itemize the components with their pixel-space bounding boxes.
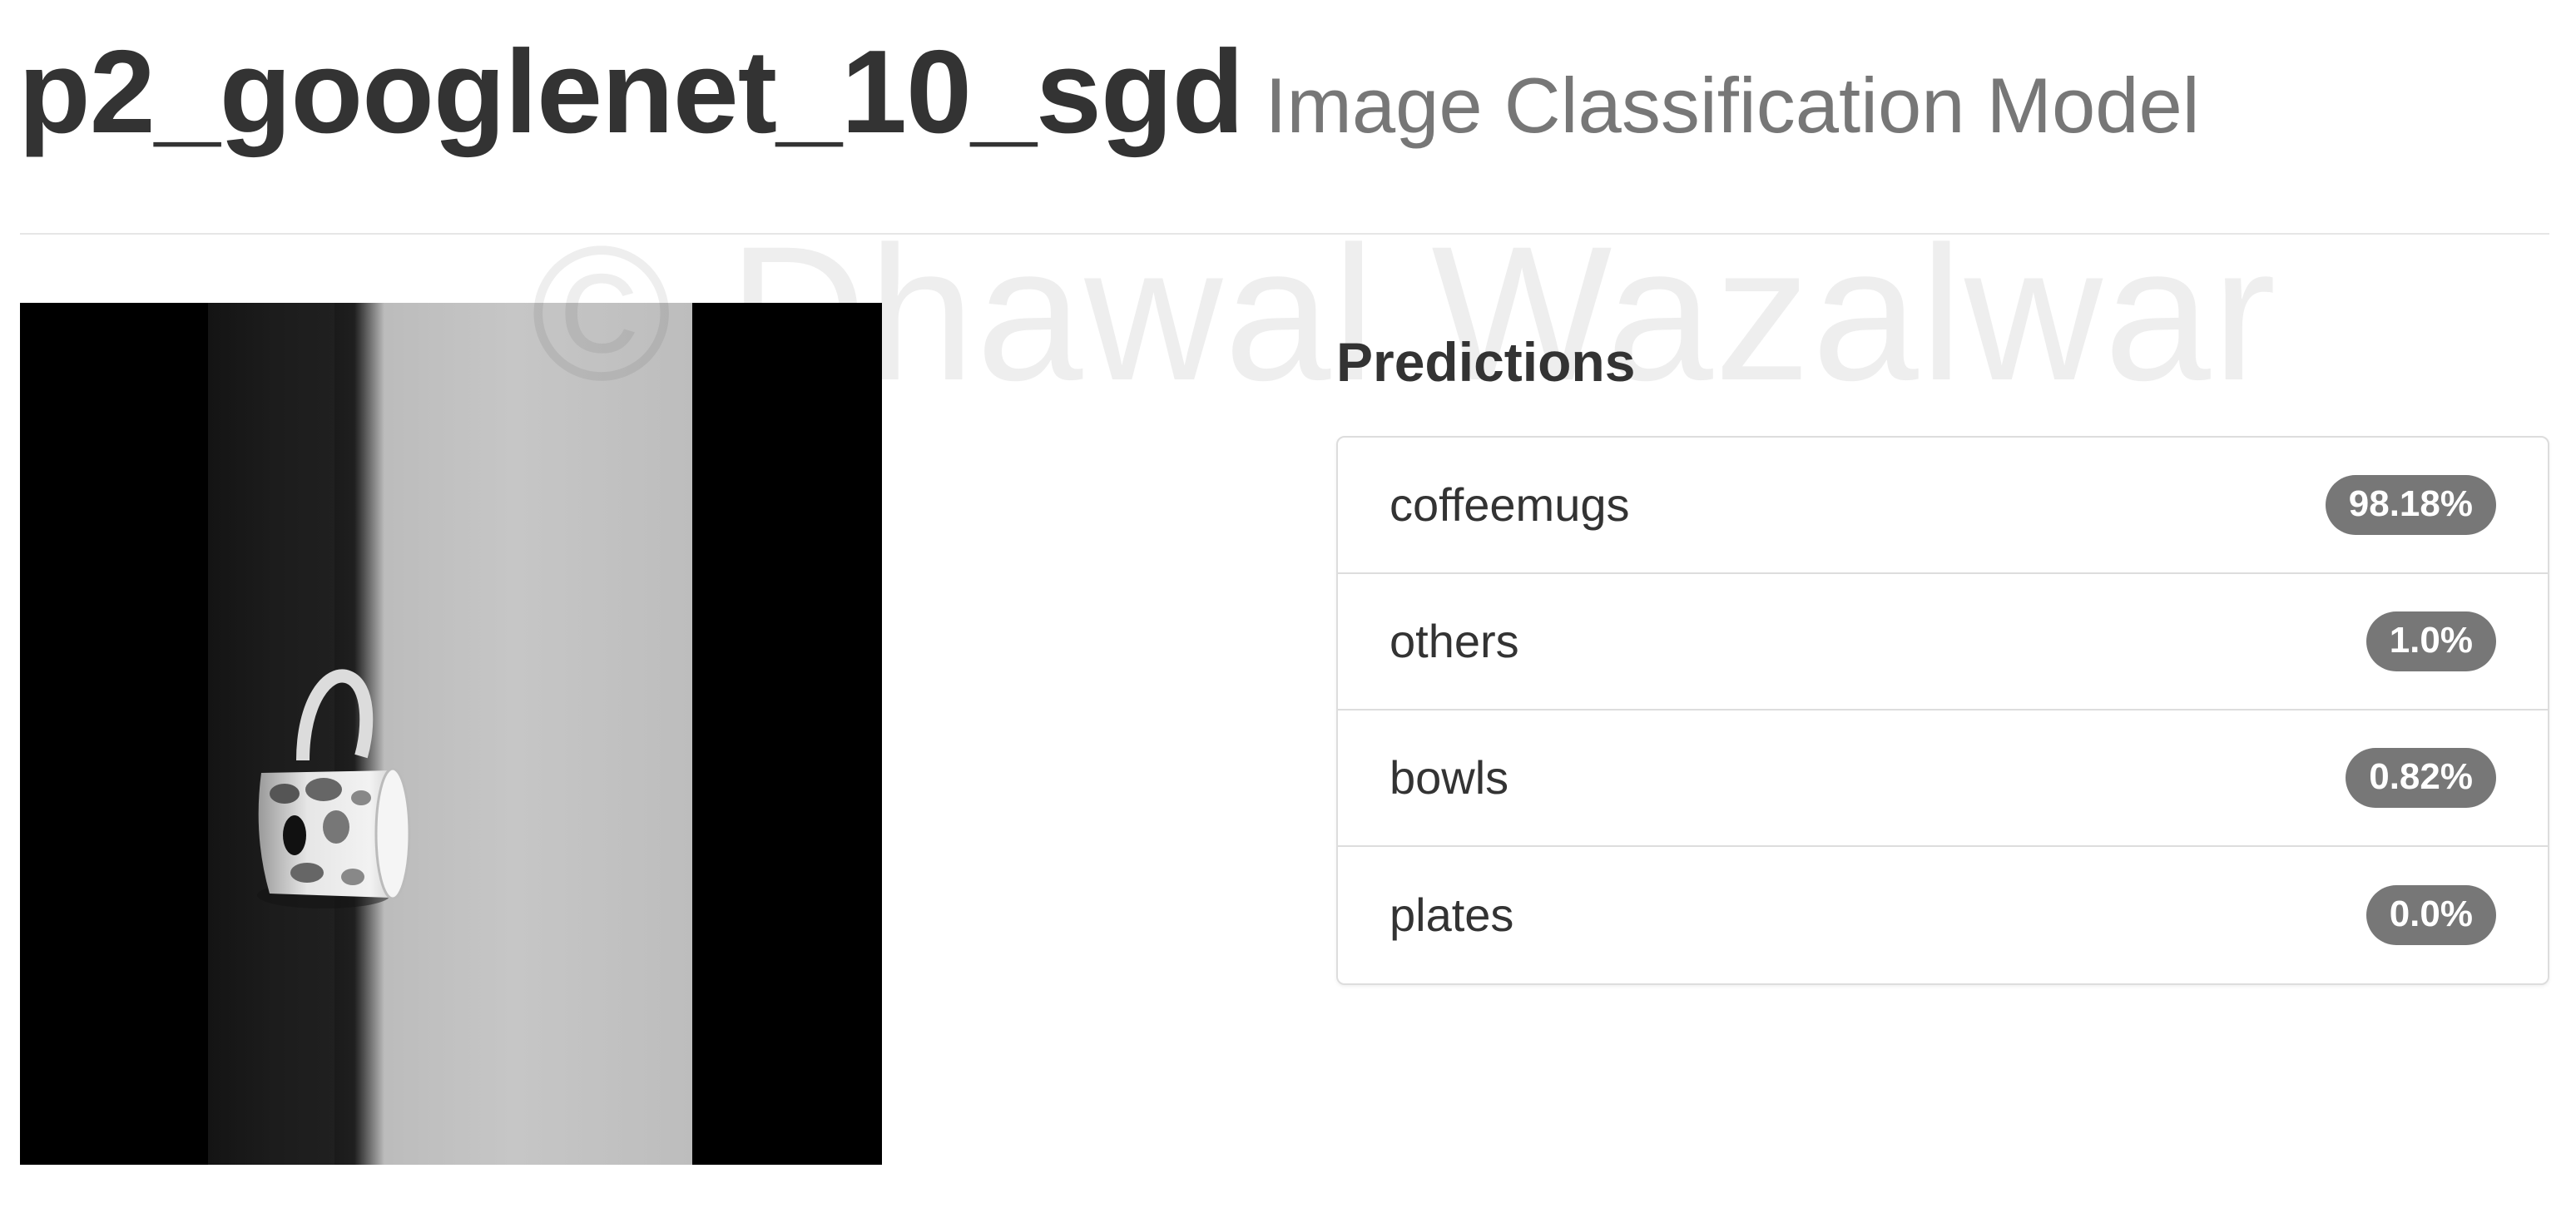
prediction-label: bowls: [1390, 751, 1509, 804]
prediction-score-badge: 0.82%: [2346, 748, 2496, 808]
prediction-score-badge: 1.0%: [2365, 611, 2496, 671]
input-image: [20, 303, 882, 1165]
prediction-score-badge: 98.18%: [2325, 475, 2496, 535]
prediction-item-bowls: bowls 0.82%: [1338, 710, 2548, 847]
page-header: p2_googlenet_10_sgd Image Classification …: [18, 33, 2200, 151]
prediction-label: others: [1390, 615, 1519, 667]
prediction-score-badge: 0.0%: [2365, 885, 2496, 945]
header-divider: [20, 233, 2549, 235]
model-subtitle: Image Classification Model: [1265, 62, 2200, 149]
model-name-title: p2_googlenet_10_sgd: [18, 26, 1244, 158]
prediction-item-others: others 1.0%: [1338, 574, 2548, 710]
coffee-mug-icon: [257, 669, 411, 908]
prediction-item-coffeemugs: coffeemugs 98.18%: [1338, 438, 2548, 574]
predictions-list: coffeemugs 98.18% others 1.0% bowls 0.82…: [1336, 436, 2549, 985]
prediction-label: coffeemugs: [1390, 478, 1630, 531]
predictions-heading: Predictions: [1336, 331, 1636, 393]
prediction-item-plates: plates 0.0%: [1338, 847, 2548, 983]
prediction-label: plates: [1390, 889, 1514, 941]
